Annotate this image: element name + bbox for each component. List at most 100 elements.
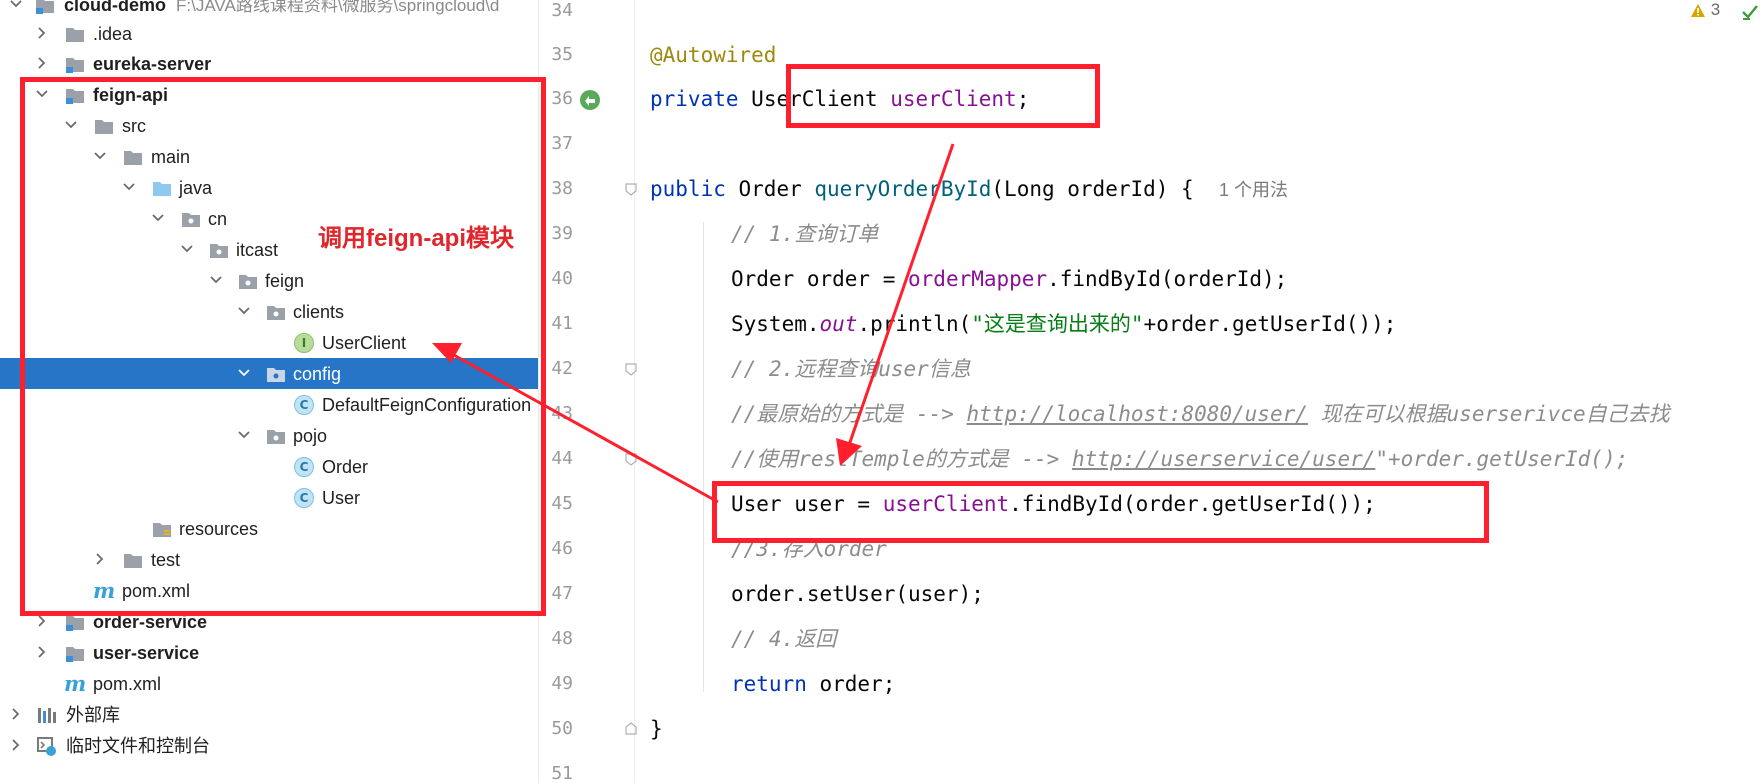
fold-icon[interactable] (624, 362, 638, 376)
folder-icon (64, 23, 86, 45)
module-folder-icon (64, 53, 86, 75)
code-line-49[interactable]: return order; (731, 671, 895, 697)
module-folder-icon (64, 642, 86, 664)
code-token: System. (731, 312, 820, 336)
code-line-40[interactable]: Order order = orderMapper.findById(order… (731, 266, 1287, 292)
implementation-gutter-icon[interactable] (578, 88, 602, 112)
comment-token: // 1.查询订单 (731, 222, 879, 246)
check-icon[interactable] (1740, 2, 1760, 22)
line-number: 50 (551, 718, 573, 739)
field-token: orderMapper (908, 267, 1048, 291)
tree-item-label: .idea (93, 24, 133, 44)
annotation-note: 调用feign-api模块 (318, 225, 514, 252)
code-line-42[interactable]: // 2.远程查询user信息 (731, 356, 971, 382)
scratch-console-icon (36, 735, 58, 757)
indent-guide (703, 222, 704, 692)
comment-token: //使用restTemple的方式是 --> (731, 447, 1072, 471)
comment-url-link[interactable]: http://userservice/user/ (1072, 447, 1375, 471)
comment-url-link[interactable]: http://localhost:8080/user/ (967, 402, 1308, 426)
inspection-widget[interactable]: 3 (1690, 0, 1720, 22)
line-number: 39 (551, 223, 573, 244)
warning-count: 3 (1710, 0, 1721, 19)
ide-window: cloud-demo F:\JAVA路线课程资料\微服务\springcloud\… (0, 0, 1763, 783)
highlight-box-userclient-call (712, 481, 1489, 543)
code-token: Order order = (731, 267, 909, 291)
warning-icon (1691, 3, 1705, 17)
code-token: order; (806, 672, 896, 696)
chevron-right-icon[interactable] (34, 55, 50, 71)
line-number: 34 (551, 0, 573, 21)
tree-item-label: cloud-demo (64, 0, 166, 15)
static-field-token: out (819, 312, 858, 336)
comment-token: "+order.getUserId(); (1375, 447, 1629, 471)
line-number: 36 (551, 88, 573, 109)
chevron-right-icon[interactable] (8, 706, 24, 722)
line-number: 47 (551, 583, 573, 604)
tree-item-scratches[interactable]: 临时文件和控制台 (0, 730, 538, 761)
library-icon (36, 704, 58, 726)
line-number: 41 (551, 313, 573, 334)
code-token: .println( (857, 312, 972, 336)
comment-token: // 2.远程查询user信息 (731, 357, 971, 381)
maven-icon: m (64, 673, 86, 695)
brace-token: } (650, 717, 663, 741)
code-line-39[interactable]: // 1.查询订单 (731, 221, 878, 247)
gutter-separator (634, 0, 635, 783)
tree-item-label: pom.xml (93, 674, 162, 694)
tree-item-eureka-server[interactable]: eureka-server (0, 48, 538, 79)
code-line-44[interactable]: //使用restTemple的方式是 --> http://userservic… (731, 446, 1628, 472)
module-folder-icon (34, 0, 56, 16)
line-number: 43 (551, 403, 573, 424)
tree-item-pom-root[interactable]: m pom.xml (0, 668, 538, 699)
line-number: 46 (551, 538, 573, 559)
code-line-35[interactable]: @Autowired (650, 42, 776, 68)
fold-icon[interactable] (624, 182, 638, 196)
highlight-box-userclient-field (786, 64, 1100, 128)
line-number: 45 (551, 493, 573, 514)
highlight-box-feign-api (20, 77, 546, 616)
params-token: (Long orderId) { (991, 177, 1194, 201)
line-number: 44 (551, 448, 573, 469)
code-line-47[interactable]: order.setUser(user); (731, 581, 984, 607)
code-token: .findById(orderId); (1047, 267, 1288, 291)
chevron-right-icon[interactable] (8, 737, 24, 753)
code-line-50[interactable]: } (650, 716, 663, 742)
fold-icon[interactable] (624, 452, 638, 466)
tree-item-label: user-service (93, 643, 200, 663)
keyword-token: return (731, 672, 807, 696)
keyword-token: public (650, 177, 726, 201)
line-number: 51 (551, 763, 573, 783)
tree-item-label: 外部库 (66, 705, 120, 725)
usage-hint[interactable]: 1 个用法 (1219, 180, 1288, 200)
tree-item-label: eureka-server (93, 54, 212, 74)
line-number: 38 (551, 178, 573, 199)
line-number: 42 (551, 358, 573, 379)
method-token: queryOrderById (814, 177, 992, 201)
code-token: order.setUser(user); (731, 582, 984, 606)
tree-item-cloud-demo[interactable]: cloud-demo F:\JAVA路线课程资料\微服务\springcloud\… (0, 0, 538, 20)
chevron-right-icon[interactable] (34, 25, 50, 41)
chevron-right-icon[interactable] (34, 644, 50, 660)
chevron-down-icon[interactable] (8, 0, 24, 12)
code-line-48[interactable]: // 4.返回 (731, 626, 836, 652)
string-token: "这是查询出来的" (971, 312, 1144, 336)
comment-token: // 4.返回 (731, 627, 837, 651)
code-line-38[interactable]: public Order queryOrderById(Long orderId… (650, 176, 1288, 203)
line-number: 49 (551, 673, 573, 694)
editor-gutter (539, 0, 639, 783)
tree-item-label: 临时文件和控制台 (66, 736, 210, 756)
line-number: 37 (551, 133, 573, 154)
tree-item-user-service[interactable]: user-service (0, 637, 538, 668)
keyword-token: private (650, 87, 739, 111)
annotation-token: @Autowired (650, 43, 777, 67)
code-line-43[interactable]: //最原始的方式是 --> http://localhost:8080/user… (731, 401, 1670, 427)
type-token: Order (738, 177, 802, 201)
fold-end-icon[interactable] (624, 722, 638, 736)
tree-item-external-libraries[interactable]: 外部库 (0, 699, 538, 730)
tree-item-idea[interactable]: .idea (0, 18, 538, 49)
comment-token: //最原始的方式是 --> (731, 402, 967, 426)
line-number: 40 (551, 268, 573, 289)
maven-badge: m (64, 671, 87, 696)
comment-token: 现在可以根据userserivce自己去找 (1307, 402, 1670, 426)
code-line-41[interactable]: System.out.println("这是查询出来的"+order.getUs… (731, 311, 1396, 337)
